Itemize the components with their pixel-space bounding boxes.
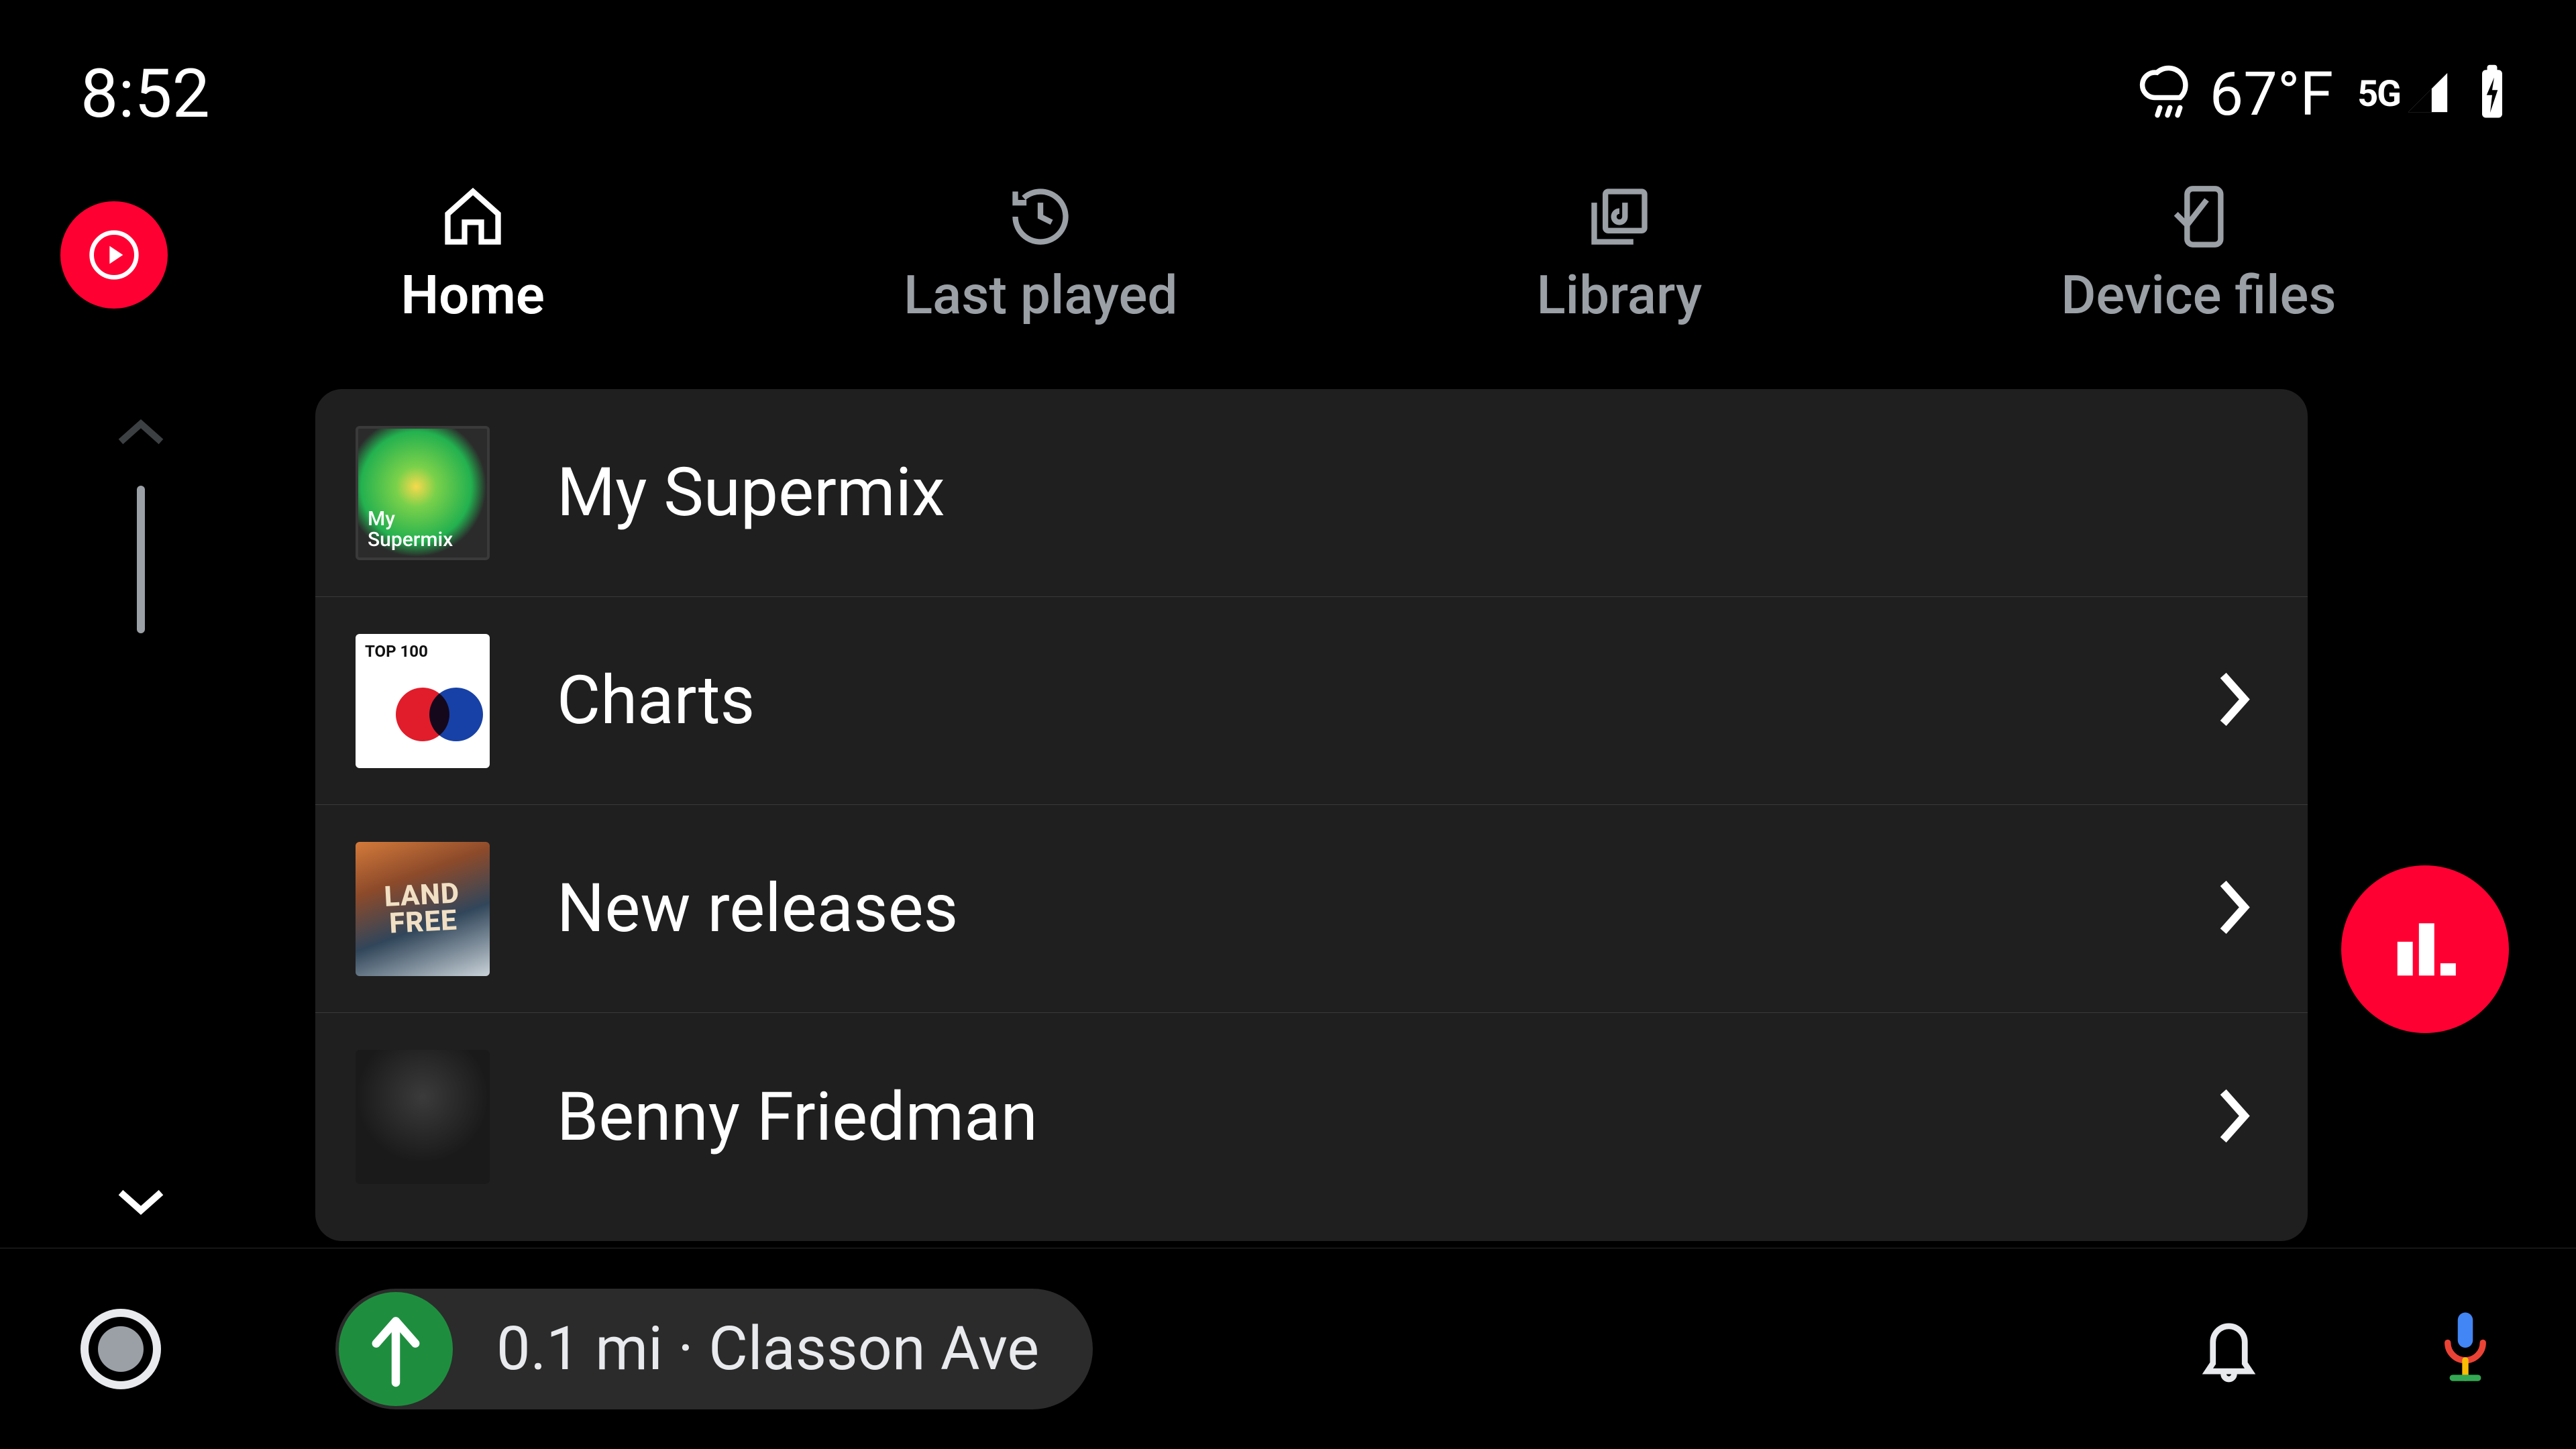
- list-item-label: Charts: [557, 661, 2214, 740]
- weather-chip: 67°F: [2137, 59, 2334, 129]
- artist-thumbnail: [356, 1050, 490, 1184]
- app-header: Home Last played Library: [60, 168, 2516, 342]
- weather-rain-icon: [2137, 62, 2198, 125]
- scroll-thumb[interactable]: [137, 486, 145, 633]
- bottom-right-actions: [2197, 1304, 2496, 1394]
- network-type-label: 5G: [2357, 73, 2400, 115]
- playlist-thumbnail: [356, 842, 490, 976]
- tab-device-files[interactable]: Device files: [2061, 183, 2336, 327]
- tab-last-played[interactable]: Last played: [904, 183, 1178, 327]
- scroll-up-button[interactable]: [114, 416, 168, 452]
- cell-signal: 5G: [2357, 69, 2451, 119]
- assistant-mic-button[interactable]: [2435, 1304, 2496, 1394]
- scroll-track[interactable]: [137, 486, 145, 1151]
- list-item-label: Benny Friedman: [557, 1078, 2214, 1157]
- playlist-thumbnail: TOP 100: [356, 634, 490, 768]
- nav-distance: 0.1 mi: [496, 1313, 663, 1384]
- chevron-right-icon: [2214, 667, 2254, 734]
- battery-icon: [2475, 62, 2509, 125]
- signal-bars-icon: [2404, 69, 2451, 119]
- list-item-label: New releases: [557, 869, 2214, 948]
- youtube-music-logo[interactable]: [60, 201, 168, 309]
- equalizer-icon: [2388, 911, 2462, 987]
- status-right-cluster: 67°F 5G: [2137, 59, 2509, 129]
- scroll-rail: [87, 416, 195, 1221]
- tab-label: Library: [1536, 264, 1702, 327]
- nav-street: Classon Ave: [708, 1313, 1039, 1384]
- phone-check-icon: [2165, 183, 2232, 250]
- list-item-charts[interactable]: TOP 100 Charts: [315, 597, 2308, 805]
- thumbnail-overlay-text: TOP 100: [365, 643, 428, 659]
- content-list: My Supermix TOP 100 Charts New releases: [315, 389, 2308, 1241]
- tab-label: Last played: [904, 264, 1178, 327]
- weather-temp: 67°F: [2210, 59, 2334, 129]
- chevron-right-icon: [2214, 1084, 2254, 1150]
- tab-library[interactable]: Library: [1536, 183, 1702, 327]
- nav-separator: ·: [678, 1313, 694, 1384]
- tab-label: Home: [401, 264, 545, 327]
- playlist-thumbnail: [356, 426, 490, 560]
- home-icon: [439, 183, 506, 250]
- scroll-down-button[interactable]: [114, 1185, 168, 1221]
- chevron-right-icon: [2214, 875, 2254, 942]
- list-item-my-supermix[interactable]: My Supermix: [315, 389, 2308, 597]
- navigation-text: 0.1 mi · Classon Ave: [496, 1313, 1039, 1384]
- tab-home[interactable]: Home: [401, 183, 545, 327]
- status-bar: 8:52 67°F 5G: [80, 54, 2509, 134]
- maneuver-straight-icon: [339, 1292, 453, 1406]
- clock: 8:52: [80, 55, 210, 133]
- history-icon: [1007, 183, 1074, 250]
- now-playing-fab[interactable]: [2341, 865, 2509, 1033]
- notifications-button[interactable]: [2197, 1309, 2261, 1389]
- tab-label: Device files: [2061, 264, 2336, 327]
- library-music-icon: [1586, 183, 1653, 250]
- list-item-new-releases[interactable]: New releases: [315, 805, 2308, 1013]
- car-head-unit-screen: 8:52 67°F 5G: [0, 0, 2576, 1449]
- app-launcher-button[interactable]: [80, 1309, 161, 1389]
- system-bottom-bar: 0.1 mi · Classon Ave: [0, 1248, 2576, 1449]
- navigation-chip[interactable]: 0.1 mi · Classon Ave: [335, 1289, 1093, 1409]
- list-item-label: My Supermix: [557, 453, 2254, 532]
- list-item-artist[interactable]: Benny Friedman: [315, 1013, 2308, 1221]
- tab-bar: Home Last played Library: [221, 183, 2516, 327]
